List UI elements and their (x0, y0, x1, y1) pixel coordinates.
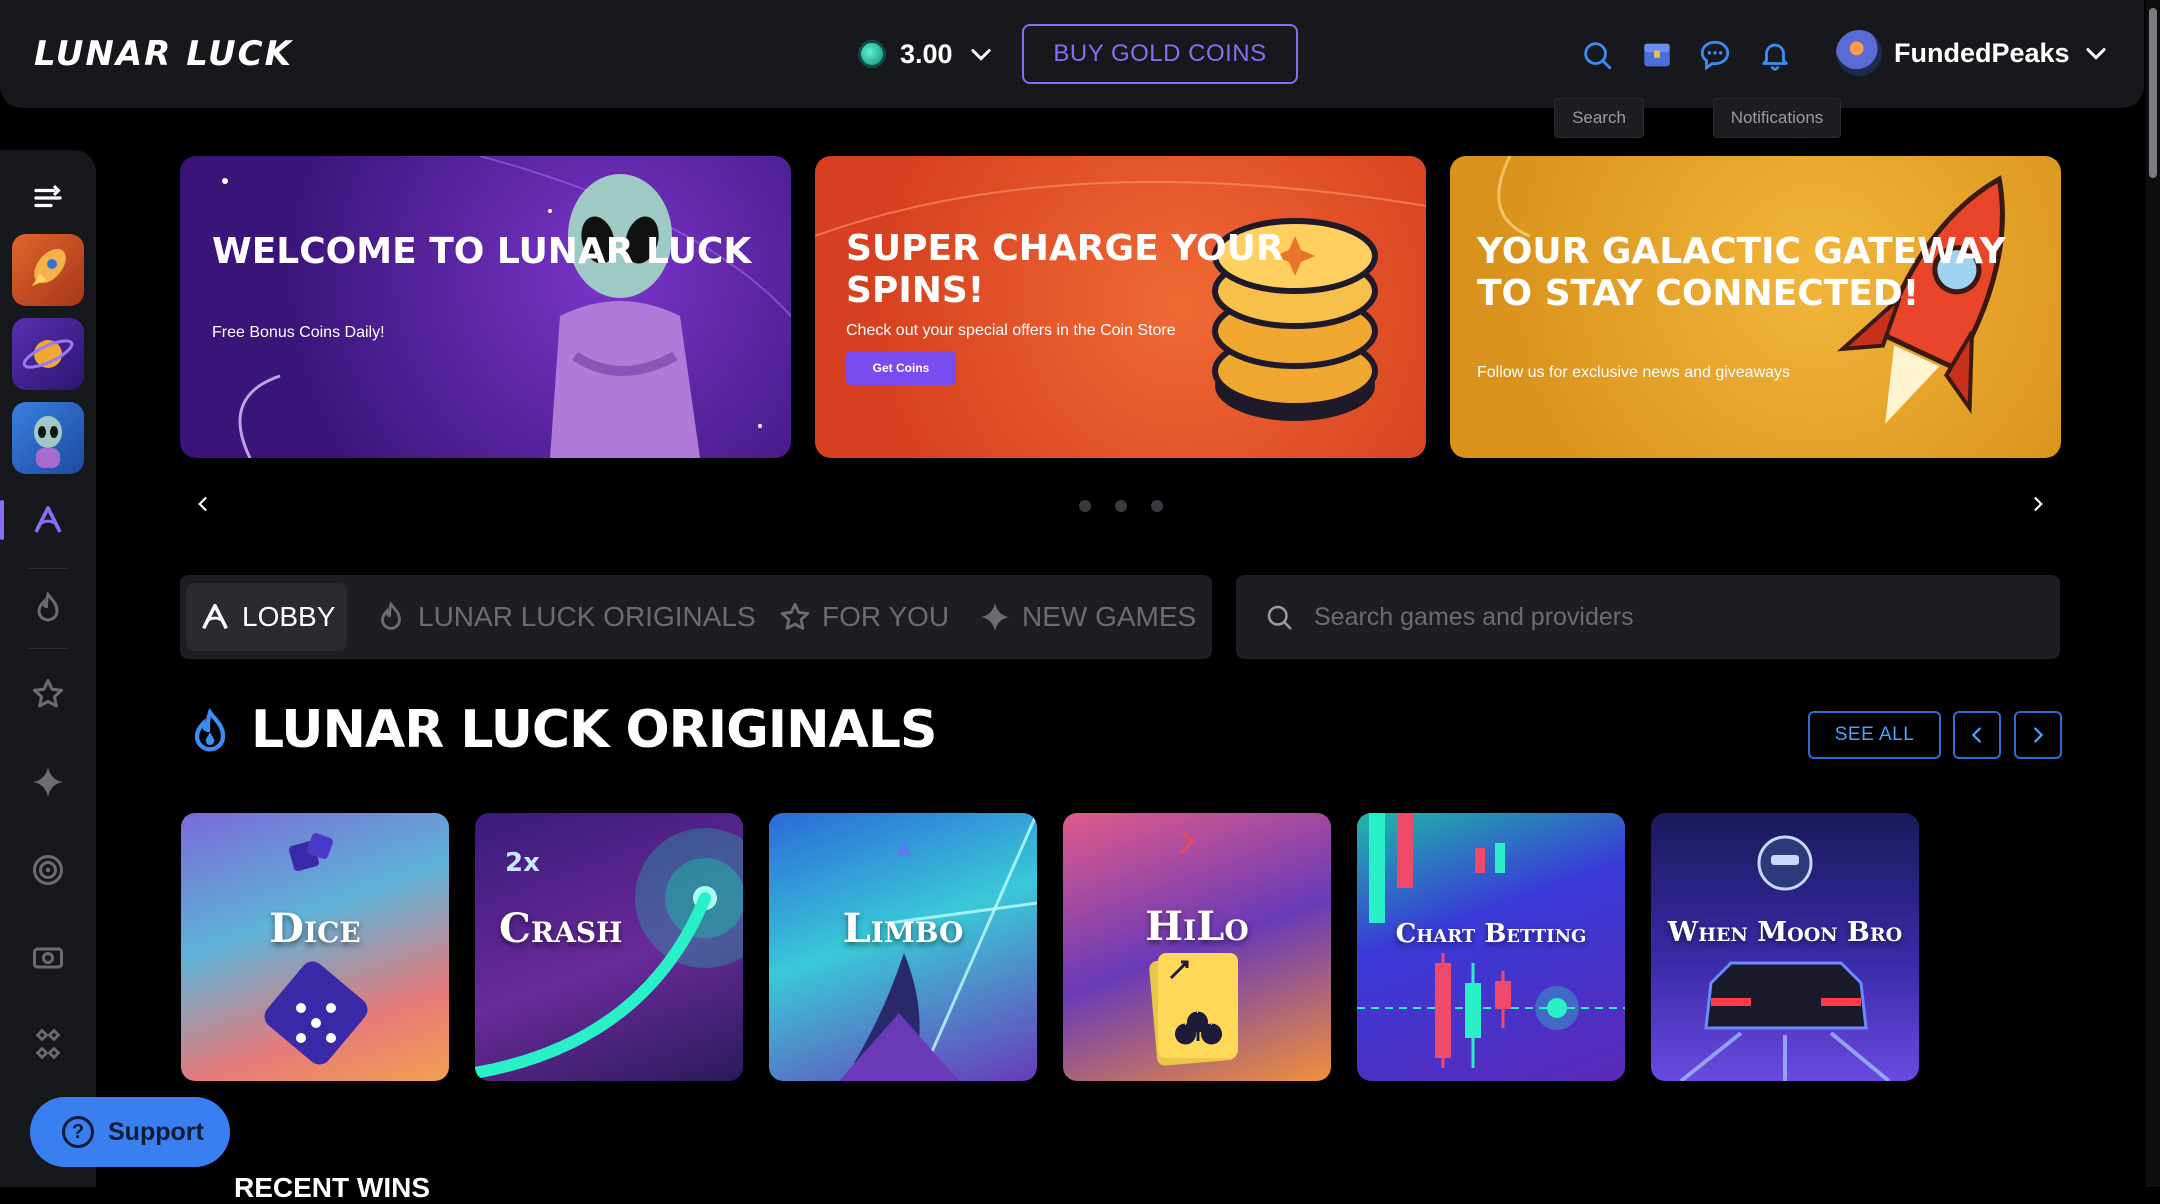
scroll-left-button[interactable] (1953, 711, 2001, 759)
sparkle-icon (980, 602, 1010, 632)
help-icon: ? (62, 1116, 94, 1148)
support-label: Support (108, 1117, 204, 1146)
roulette-icon[interactable] (30, 852, 66, 888)
lobby-icon[interactable] (30, 502, 66, 538)
carousel-dot[interactable] (1115, 500, 1127, 512)
treasure-chest-icon[interactable] (1640, 38, 1674, 72)
game-title: Limbo (842, 905, 964, 952)
support-button[interactable]: ? Support (30, 1097, 230, 1167)
star-icon (780, 602, 810, 630)
tab-for-you[interactable]: FOR YOU (766, 583, 961, 651)
tab-label: FOR YOU (822, 601, 950, 632)
username: FundedPeaks (1894, 37, 2070, 68)
game-card-hilo[interactable]: HiLo (1063, 813, 1331, 1081)
user-menu[interactable]: FundedPeaks (1836, 30, 2110, 76)
tab-new-games[interactable]: NEW GAMES (966, 583, 1208, 651)
banner-subtitle: Check out your special offers in the Coi… (846, 322, 1176, 339)
chat-icon[interactable] (1698, 38, 1732, 72)
game-search (1236, 575, 2060, 659)
planet-icon (22, 339, 74, 369)
banner-subtitle: Follow us for exclusive news and giveawa… (1477, 364, 1791, 381)
bell-icon[interactable] (1758, 38, 1792, 72)
sparkle-icon[interactable] (30, 764, 66, 800)
tab-label: LUNAR LUCK ORIGINALS (418, 601, 756, 632)
search-input[interactable] (1314, 602, 2014, 632)
svg-text:2x: 2x (505, 848, 540, 878)
notifications-tooltip: Notifications (1713, 98, 1841, 138)
sidebar (0, 150, 96, 1187)
game-card-dice[interactable]: Dice (181, 813, 449, 1081)
chevron-down-icon (970, 49, 991, 61)
cash-icon[interactable] (30, 940, 66, 976)
game-title: HiLo (1145, 903, 1249, 950)
coin-icon (858, 40, 886, 68)
carousel-dot[interactable] (1079, 500, 1091, 512)
avatar (1836, 30, 1882, 76)
alien-illustration (222, 156, 791, 458)
chevron-left-icon (1971, 727, 1981, 743)
category-tabs: LOBBY LUNAR LUCK ORIGINALS FOR YOU NEW G… (180, 575, 1212, 659)
tab-lobby[interactable]: LOBBY (186, 583, 348, 651)
logo[interactable]: LUNAR LUCK (34, 34, 334, 74)
section-title: LUNAR LUCK ORIGINALS (251, 700, 937, 760)
banner-welcome[interactable]: WELCOME TO LUNAR LUCK Free Bonus Coins D… (180, 156, 791, 458)
banner-subtitle: Free Bonus Coins Daily! (212, 324, 385, 341)
see-all-button[interactable]: SEE ALL (1808, 711, 1941, 759)
game-card-crash[interactable]: 2x Crash (475, 813, 743, 1081)
games-icon[interactable] (30, 1026, 66, 1062)
banner-title: YOUR GALACTIC GATEWAY TO STAY CONNECTED! (1477, 231, 2006, 314)
originals-flame-icon[interactable] (30, 590, 66, 626)
chevron-right-icon (2034, 727, 2044, 743)
game-title: Chart Betting (1395, 919, 1587, 949)
get-coins-button[interactable]: Get Coins (846, 351, 956, 385)
sidebar-promo-rocket[interactable] (12, 234, 84, 306)
banner-galactic-gateway[interactable]: YOUR GALACTIC GATEWAY TO STAY CONNECTED!… (1450, 156, 2061, 458)
game-title: Dice (269, 905, 361, 952)
tab-label: LOBBY (242, 601, 336, 632)
balance-selector[interactable]: 3.00 (858, 36, 995, 72)
game-card-chart-betting[interactable]: Chart Betting (1357, 813, 1625, 1081)
flame-icon (194, 707, 226, 752)
star-icon[interactable] (30, 676, 66, 712)
carousel-dot[interactable] (1151, 500, 1163, 512)
game-card-limbo[interactable]: Limbo (769, 813, 1037, 1081)
banner-title: SUPER CHARGE YOUR SPINS! (846, 228, 1284, 311)
collapse-menu-icon[interactable] (30, 180, 66, 216)
scroll-right-button[interactable] (2014, 711, 2062, 759)
banner-super-charge[interactable]: SUPER CHARGE YOUR SPINS! Check out your … (815, 156, 1426, 458)
flame-icon (381, 601, 401, 630)
sidebar-promo-planet[interactable] (12, 318, 84, 390)
scrollbar-thumb[interactable] (2149, 8, 2157, 178)
sidebar-divider (28, 568, 68, 569)
tab-lunar-luck-originals[interactable]: LUNAR LUCK ORIGINALS (362, 583, 768, 651)
top-bar: LUNAR LUCK 3.00 BUY GOLD COINS FundedPea… (0, 0, 2144, 108)
game-title: When Moon Bro (1667, 917, 1903, 948)
sidebar-promo-alien[interactable] (12, 402, 84, 474)
active-indicator (0, 500, 4, 540)
lobby-icon (202, 603, 228, 630)
banner-title: WELCOME TO LUNAR LUCK (212, 231, 752, 272)
tab-label: NEW GAMES (1022, 601, 1197, 632)
balance-value: 3.00 (900, 38, 953, 69)
search-icon[interactable] (1580, 38, 1614, 72)
recent-wins-title: RECENT WINS (234, 1172, 430, 1203)
carousel-next-icon[interactable] (2028, 494, 2048, 514)
search-icon (1267, 605, 1292, 630)
search-tooltip: Search (1554, 98, 1644, 138)
chevron-down-icon (2085, 48, 2106, 60)
sidebar-divider (28, 648, 68, 649)
alien-icon (34, 416, 62, 468)
page-scrollbar[interactable] (2146, 0, 2160, 1187)
buy-gold-coins-button[interactable]: BUY GOLD COINS (1022, 24, 1298, 84)
game-title: Crash (499, 905, 623, 952)
rocket-icon (32, 248, 66, 286)
carousel-prev-icon[interactable] (193, 494, 213, 514)
game-card-when-moon-bro[interactable]: When Moon Bro (1651, 813, 1919, 1081)
